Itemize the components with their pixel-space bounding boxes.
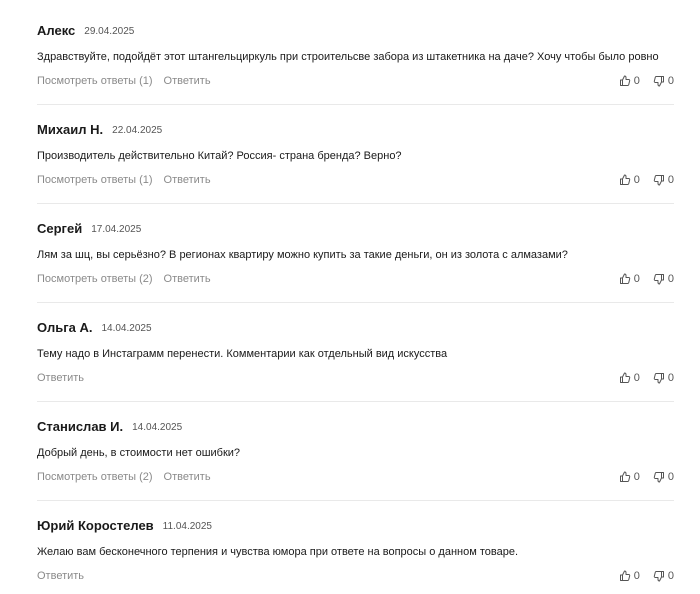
- dislike-count: 0: [667, 372, 674, 384]
- comments-list: Алекс 29.04.2025 Здравствуйте, подойдёт э…: [0, 0, 700, 594]
- like-button[interactable]: 0: [619, 468, 640, 486]
- comment-text: Лям за шц, вы серьёзно? В регионах кварт…: [37, 249, 568, 261]
- comment-item: Станислав И. 14.04.2025 Добрый день, в ст…: [37, 402, 674, 501]
- comment-meta: Юрий Коростелев 11.04.2025: [37, 516, 212, 536]
- comment-date: 29.04.2025: [84, 26, 135, 37]
- thumbs-down-icon: [653, 274, 664, 285]
- comment-author: Станислав И.: [37, 419, 124, 434]
- comment-meta: Михаил Н. 22.04.2025: [37, 120, 162, 140]
- comment-actions: Посмотреть ответы (1) Ответить: [37, 171, 211, 189]
- comment-date: 22.04.2025: [112, 125, 163, 136]
- reply-link[interactable]: Ответить: [164, 75, 211, 87]
- dislike-button[interactable]: 0: [653, 270, 674, 288]
- dislike-count: 0: [667, 471, 674, 483]
- comment-item: Ольга А. 14.04.2025 Тему надо в Инстаграм…: [37, 303, 674, 402]
- like-button[interactable]: 0: [619, 171, 640, 189]
- like-count: 0: [633, 75, 640, 87]
- vote-group: 0 0: [619, 567, 674, 585]
- view-replies-link[interactable]: Посмотреть ответы (2): [37, 471, 153, 483]
- like-button[interactable]: 0: [619, 567, 640, 585]
- view-replies-link[interactable]: Посмотреть ответы (2): [37, 273, 153, 285]
- comment-text: Желаю вам бесконечного терпения и чувств…: [37, 546, 519, 558]
- comment-date: 14.04.2025: [101, 323, 152, 334]
- comment-text: Добрый день, в стоимости нет ошибки?: [37, 447, 241, 459]
- like-button[interactable]: 0: [619, 72, 640, 90]
- comment-date: 14.04.2025: [132, 422, 183, 433]
- vote-group: 0 0: [619, 468, 674, 486]
- thumbs-down-icon: [653, 571, 664, 582]
- comment-item: Юрий Коростелев 11.04.2025 Желаю вам беск…: [37, 501, 674, 594]
- vote-group: 0 0: [619, 270, 674, 288]
- comment-actions: Ответить: [37, 369, 84, 387]
- view-replies-link[interactable]: Посмотреть ответы (1): [37, 174, 153, 186]
- like-count: 0: [633, 372, 640, 384]
- dislike-count: 0: [667, 570, 674, 582]
- comment-author: Ольга А.: [37, 320, 93, 335]
- dislike-count: 0: [667, 75, 674, 87]
- dislike-button[interactable]: 0: [653, 369, 674, 387]
- comment-author: Сергей: [37, 221, 83, 236]
- thumbs-up-icon: [619, 570, 630, 581]
- thumbs-up-icon: [619, 471, 630, 482]
- thumbs-down-icon: [653, 373, 664, 384]
- thumbs-up-icon: [619, 174, 630, 185]
- vote-group: 0 0: [619, 369, 674, 387]
- comment-text: Здравствуйте, подойдёт этот штангельцирк…: [37, 51, 659, 63]
- comment-actions: Посмотреть ответы (2) Ответить: [37, 468, 211, 486]
- reply-link[interactable]: Ответить: [164, 174, 211, 186]
- comment-meta: Ольга А. 14.04.2025: [37, 318, 152, 338]
- comment-date: 11.04.2025: [162, 521, 212, 532]
- thumbs-down-icon: [653, 175, 664, 186]
- comment-date: 17.04.2025: [91, 224, 142, 235]
- like-button[interactable]: 0: [619, 369, 640, 387]
- like-count: 0: [633, 570, 640, 582]
- thumbs-up-icon: [619, 75, 630, 86]
- vote-group: 0 0: [619, 171, 674, 189]
- dislike-count: 0: [667, 174, 674, 186]
- comment-text: Тему надо в Инстаграмм перенести. Коммен…: [37, 348, 448, 360]
- dislike-button[interactable]: 0: [653, 567, 674, 585]
- thumbs-down-icon: [653, 472, 664, 483]
- reply-link[interactable]: Ответить: [37, 570, 84, 582]
- thumbs-up-icon: [619, 372, 630, 383]
- like-count: 0: [633, 273, 640, 285]
- like-count: 0: [633, 174, 640, 186]
- reply-link[interactable]: Ответить: [164, 471, 211, 483]
- vote-group: 0 0: [619, 72, 674, 90]
- comment-author: Михаил Н.: [37, 122, 104, 137]
- view-replies-link[interactable]: Посмотреть ответы (1): [37, 75, 153, 87]
- thumbs-down-icon: [653, 76, 664, 87]
- dislike-button[interactable]: 0: [653, 171, 674, 189]
- reply-link[interactable]: Ответить: [37, 372, 84, 384]
- thumbs-up-icon: [619, 273, 630, 284]
- comment-text: Производитель действительно Китай? Росси…: [37, 150, 402, 162]
- comment-meta: Сергей 17.04.2025: [37, 219, 141, 239]
- like-button[interactable]: 0: [619, 270, 640, 288]
- comment-actions: Посмотреть ответы (2) Ответить: [37, 270, 211, 288]
- comment-item: Сергей 17.04.2025 Лям за шц, вы серьёзно?…: [37, 204, 674, 303]
- comment-meta: Алекс 29.04.2025: [37, 21, 134, 41]
- dislike-count: 0: [667, 273, 674, 285]
- comment-item: Алекс 29.04.2025 Здравствуйте, подойдёт э…: [37, 6, 674, 105]
- dislike-button[interactable]: 0: [653, 468, 674, 486]
- like-count: 0: [633, 471, 640, 483]
- comment-item: Михаил Н. 22.04.2025 Производитель действ…: [37, 105, 674, 204]
- comment-meta: Станислав И. 14.04.2025: [37, 417, 182, 437]
- reply-link[interactable]: Ответить: [164, 273, 211, 285]
- comment-author: Юрий Коростелев: [37, 518, 154, 533]
- comment-actions: Посмотреть ответы (1) Ответить: [37, 72, 211, 90]
- comment-actions: Ответить: [37, 567, 84, 585]
- dislike-button[interactable]: 0: [653, 72, 674, 90]
- comment-author: Алекс: [37, 23, 76, 38]
